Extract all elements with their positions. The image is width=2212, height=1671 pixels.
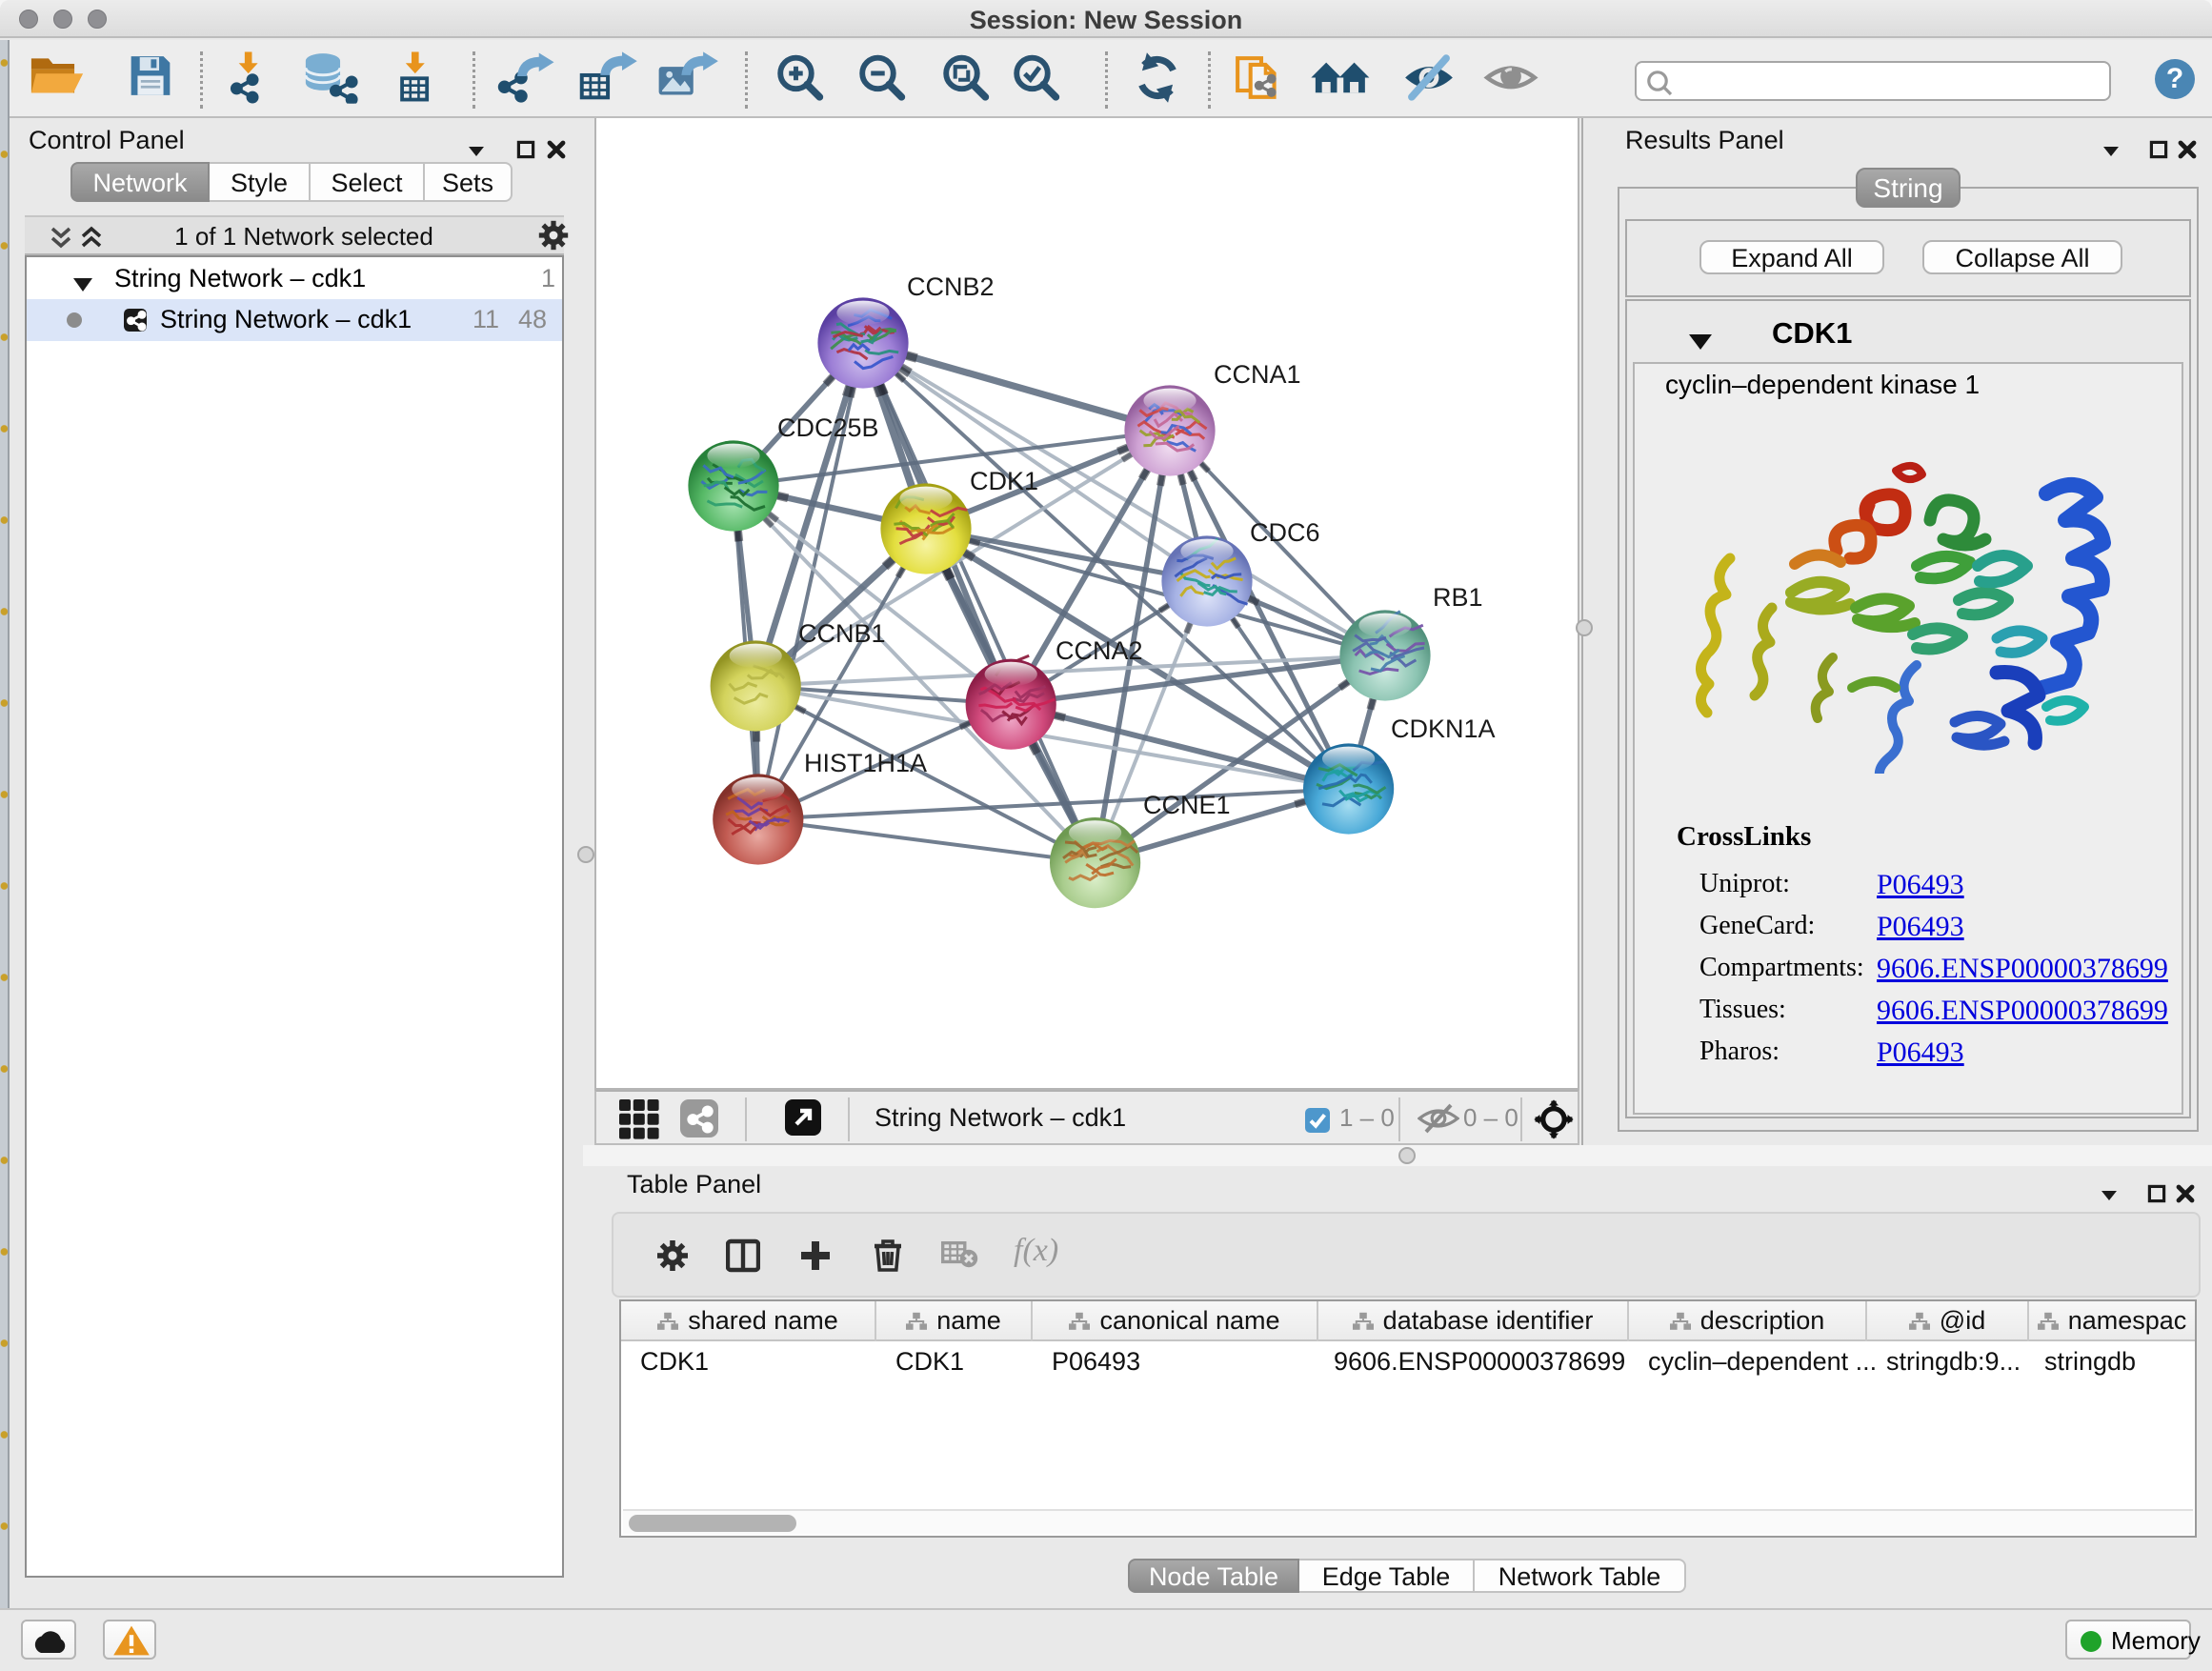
svg-text:CCNA2: CCNA2: [1056, 636, 1143, 665]
svg-text:CDC6: CDC6: [1250, 518, 1320, 547]
svg-text:CDK1: CDK1: [970, 467, 1038, 495]
svg-text:CCNA1: CCNA1: [1214, 360, 1301, 389]
svg-text:CDKN1A: CDKN1A: [1391, 715, 1496, 743]
svg-text:CCNE1: CCNE1: [1143, 791, 1231, 819]
svg-text:CDC25B: CDC25B: [777, 413, 879, 442]
svg-text:RB1: RB1: [1433, 583, 1483, 612]
svg-text:HIST1H1A: HIST1H1A: [804, 749, 927, 777]
svg-text:CCNB1: CCNB1: [798, 619, 886, 648]
svg-text:CCNB2: CCNB2: [907, 272, 995, 301]
